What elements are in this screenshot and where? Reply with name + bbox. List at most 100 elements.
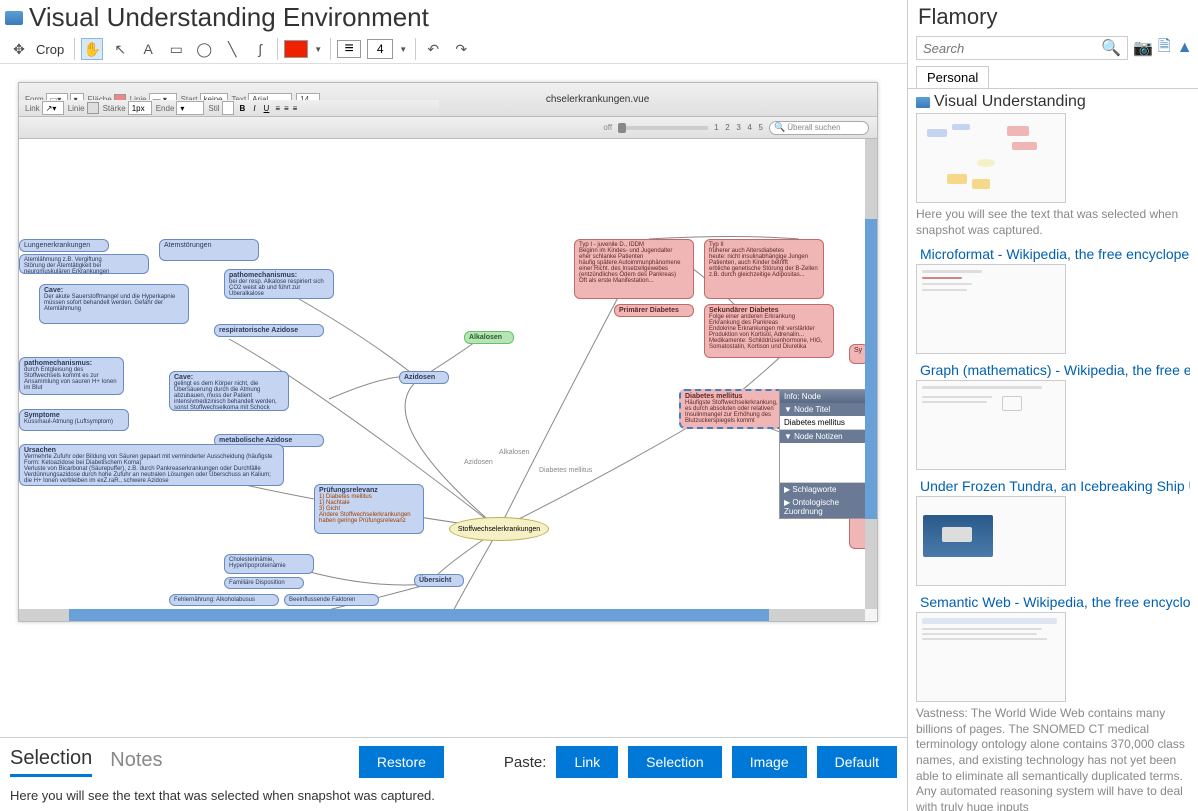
vue-canvas[interactable]: Stoffwechselerkrankungen Lungenerkrankun… [19,139,877,609]
crop-label[interactable]: Crop [36,42,64,57]
sidebar-title: Flamory [908,0,1198,34]
node-cave1[interactable]: Cave:Der akute Sauerstoffmangel und die … [39,284,189,324]
crop-handle-icon[interactable]: ✥ [8,38,30,60]
snapshot-item[interactable]: Microformat - Wikipedia, the free encycl… [916,246,1190,354]
snapshot-thumb[interactable] [916,380,1066,470]
hand-tool-icon[interactable]: ✋ [81,38,103,60]
snapshot-item[interactable]: Graph (mathematics) - Wikipedia, the fre… [916,362,1190,470]
node-beeinfl[interactable]: Beeinflussende Faktoren [284,594,379,606]
freehand-tool-icon[interactable]: ʃ [249,38,271,60]
info-ontologische[interactable]: ▶ Ontologische Zuordnung [780,496,876,518]
snapshot-thumb[interactable] [916,113,1066,203]
redo-icon[interactable]: ↷ [450,38,472,60]
node-azidosen[interactable]: Azidosen [399,371,449,384]
vue-bold-icon[interactable]: B [238,104,248,113]
node-atemlah[interactable]: Atemlähmung z.B. VergiftungStörung der A… [19,254,149,274]
paste-selection-button[interactable]: Selection [628,746,722,778]
node-prufung[interactable]: Prüfungsrelevanz1) Diabetes mellitus1) N… [314,484,424,534]
node-fehlern[interactable]: Fehlernährung: Alkoholabusus [169,594,279,606]
separator [415,38,416,60]
paste-default-button[interactable]: Default [817,746,897,778]
center-node[interactable]: Stoffwechselerkrankungen [449,517,549,541]
vue-underline-icon[interactable]: U [262,104,272,113]
info-notizen[interactable]: ▼ Node Notizen [780,430,876,443]
document-icon[interactable]: 🗎 [1158,39,1171,57]
tab-selection[interactable]: Selection [10,747,92,777]
width-dropdown-icon[interactable]: ▼ [399,45,409,54]
node-symptome[interactable]: SymptomeKussmaul-Atmung (Luftsymptom) [19,409,129,431]
vue-ende-select[interactable]: ▾ [176,101,204,115]
info-notes-area[interactable] [780,443,876,483]
undo-icon[interactable]: ↶ [422,38,444,60]
restore-button[interactable]: Restore [359,746,444,778]
snapshot-thumb[interactable] [916,496,1066,586]
camera-icon[interactable]: 📷 [1134,39,1152,57]
vue-search-bar: off 1 2 3 4 5 🔍 Überall suchen [19,117,877,139]
node-lungen[interactable]: Lungenerkrankungen [19,239,109,252]
snapshot-item[interactable]: Semantic Web - Wikipedia, the free encyc… [916,594,1190,811]
vue-align-center-icon[interactable]: ≡ [284,104,289,113]
tab-personal[interactable]: Personal [916,66,989,88]
node-sekundaer[interactable]: Sekundärer DiabetesFolge einer anderen E… [704,304,834,358]
info-node-titel[interactable]: ▼ Node Titel [780,403,876,416]
node-red2[interactable]: Typ IIfrüherer auch Altersdiabetesheute:… [704,239,824,299]
node-resp-azidose[interactable]: respiratorische Azidose [214,324,324,337]
vue-starke-select[interactable]: 1px [128,101,152,115]
snapshot-item[interactable]: Under Frozen Tundra, an Icebreaking Ship… [916,478,1190,586]
info-schlagworte[interactable]: ▶ Schlagworte [780,483,876,496]
snapshot-desc: Vastness: The World Wide Web contains ma… [916,706,1190,811]
vue-search-box[interactable]: 🔍 Überall suchen [769,121,869,135]
vue-align-left-icon[interactable]: ≡ [275,104,280,113]
line-style-dropdown[interactable]: ≡ [337,40,361,58]
snapshot-desc: Here you will see the text that was sele… [916,207,1190,238]
pointer-tool-icon[interactable]: ↖ [109,38,131,60]
vue-window[interactable]: Form▭▾▾ Fläche Linie— ▾ Startkeine TextA… [18,82,878,622]
ellipse-tool-icon[interactable]: ◯ [193,38,215,60]
snapshot-thumb[interactable] [916,264,1066,354]
vue-link-select[interactable]: ↗▾ [42,101,64,115]
v-scrollbar[interactable] [865,139,877,609]
search-icon[interactable]: 🔍 [1101,38,1121,58]
node-ubersicht[interactable]: Übersicht [414,574,464,587]
tab-notes[interactable]: Notes [110,749,162,776]
vue-stil-box[interactable] [222,101,234,115]
edge-label-alkalosen: Alkalosen [499,449,529,456]
node-familie[interactable]: Familiäre Disposition [224,577,304,589]
node-info-panel[interactable]: Info: Node ▼ Node Titel Diabetes mellitu… [779,389,877,519]
h-scrollbar[interactable] [19,609,865,621]
snapshot-item[interactable]: Visual Understanding Here you will see t… [916,93,1190,238]
zoom-slider[interactable] [618,126,708,130]
node-cave2[interactable]: Cave:gelingt es dem Körper nicht, die Üb… [169,371,289,411]
line-tool-icon[interactable]: ╲ [221,38,243,60]
vue-align-right-icon[interactable]: ≡ [293,104,298,113]
snapshot-thumb[interactable] [916,612,1066,702]
text-tool-icon[interactable]: A [137,38,159,60]
snapshot-title: Graph (mathematics) - Wikipedia, the fre… [920,362,1190,378]
line-width-input[interactable] [367,39,393,59]
slider-marks: 1 2 3 4 5 [714,123,763,132]
vue-line-color[interactable] [87,102,99,114]
edge-label-diabetes: Diabetes mellitus [539,467,592,474]
rectangle-tool-icon[interactable]: ▭ [165,38,187,60]
paste-image-button[interactable]: Image [732,746,807,778]
node-chol[interactable]: Cholesterinämie, Hyperlipoproteinämie [224,554,314,574]
separator [74,38,75,60]
node-patho1[interactable]: pathomechanismus:bei der resp. Alkalose … [224,269,334,299]
collapse-icon[interactable]: ▲ [1177,39,1193,57]
search-box[interactable]: 🔍 [916,36,1128,60]
canvas-area: Form▭▾▾ Fläche Linie— ▾ Startkeine TextA… [0,64,907,737]
node-ursachen[interactable]: UrsachenVermehrte Zufuhr oder Bildung vo… [19,444,284,486]
paste-link-button[interactable]: Link [556,746,618,778]
node-alkalosen[interactable]: Alkalosen [464,331,514,344]
node-patho2[interactable]: pathomechanismus:durch Entgleisung des S… [19,357,124,395]
snapshot-title: Microformat - Wikipedia, the free encycl… [920,246,1190,262]
search-input[interactable] [923,41,1101,56]
color-dropdown-icon[interactable]: ▼ [314,45,324,54]
node-atem[interactable]: Atemstörungen [159,239,259,261]
color-picker[interactable] [284,40,308,58]
vue-italic-icon[interactable]: I [251,104,257,113]
snapshot-list[interactable]: Visual Understanding Here you will see t… [908,88,1198,811]
vue-link-label: Link [25,104,40,113]
node-primaer[interactable]: Primärer Diabetes [614,304,694,317]
node-red1[interactable]: Typ I - juvenile D., IDDMBeginn im Kinde… [574,239,694,299]
